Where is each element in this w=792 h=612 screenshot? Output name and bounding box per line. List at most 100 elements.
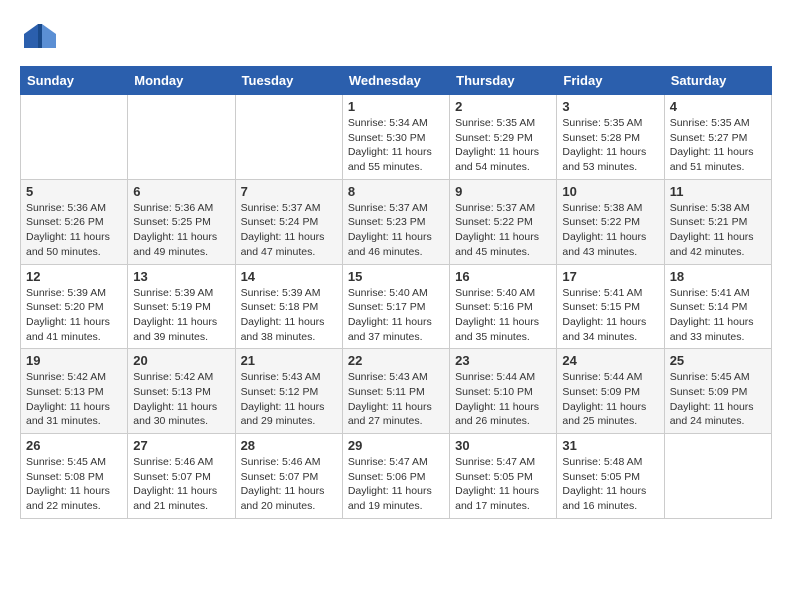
day-content: Sunrise: 5:48 AM Sunset: 5:05 PM Dayligh…: [562, 455, 658, 514]
calendar-cell: 28 Sunrise: 5:46 AM Sunset: 5:07 PM Dayli…: [235, 434, 342, 519]
weekday-header: Friday: [557, 67, 664, 95]
calendar-table: SundayMondayTuesdayWednesdayThursdayFrid…: [20, 66, 772, 519]
calendar-cell: 25 Sunrise: 5:45 AM Sunset: 5:09 PM Dayli…: [664, 349, 771, 434]
day-number: 23: [455, 353, 551, 368]
calendar-cell: 6 Sunrise: 5:36 AM Sunset: 5:25 PM Daylig…: [128, 179, 235, 264]
calendar-cell: 8 Sunrise: 5:37 AM Sunset: 5:23 PM Daylig…: [342, 179, 449, 264]
day-content: Sunrise: 5:39 AM Sunset: 5:19 PM Dayligh…: [133, 286, 229, 345]
day-content: Sunrise: 5:34 AM Sunset: 5:30 PM Dayligh…: [348, 116, 444, 175]
calendar-cell: 4Sunrise: 5:35 AM Sunset: 5:27 PM Daylig…: [664, 95, 771, 180]
calendar-cell: 12 Sunrise: 5:39 AM Sunset: 5:20 PM Dayli…: [21, 264, 128, 349]
calendar-cell: 7 Sunrise: 5:37 AM Sunset: 5:24 PM Daylig…: [235, 179, 342, 264]
day-number: 3: [562, 99, 658, 114]
day-number: 1: [348, 99, 444, 114]
day-number: 28: [241, 438, 337, 453]
page-header: [20, 20, 772, 56]
day-number: 24: [562, 353, 658, 368]
day-content: Sunrise: 5:40 AM Sunset: 5:16 PM Dayligh…: [455, 286, 551, 345]
calendar-cell: 1 Sunrise: 5:34 AM Sunset: 5:30 PM Daylig…: [342, 95, 449, 180]
day-number: 18: [670, 269, 766, 284]
calendar-cell: 21Sunrise: 5:43 AM Sunset: 5:12 PM Dayli…: [235, 349, 342, 434]
weekday-header: Sunday: [21, 67, 128, 95]
day-number: 2: [455, 99, 551, 114]
day-content: Sunrise: 5:39 AM Sunset: 5:18 PM Dayligh…: [241, 286, 337, 345]
day-number: 25: [670, 353, 766, 368]
calendar-cell: 27 Sunrise: 5:46 AM Sunset: 5:07 PM Dayli…: [128, 434, 235, 519]
day-number: 8: [348, 184, 444, 199]
day-number: 13: [133, 269, 229, 284]
calendar-cell: 11 Sunrise: 5:38 AM Sunset: 5:21 PM Dayli…: [664, 179, 771, 264]
calendar-week-row: 26Sunrise: 5:45 AM Sunset: 5:08 PM Dayli…: [21, 434, 772, 519]
day-number: 10: [562, 184, 658, 199]
calendar-cell: 3 Sunrise: 5:35 AM Sunset: 5:28 PM Daylig…: [557, 95, 664, 180]
calendar-week-row: 5 Sunrise: 5:36 AM Sunset: 5:26 PM Daylig…: [21, 179, 772, 264]
day-content: Sunrise: 5:46 AM Sunset: 5:07 PM Dayligh…: [241, 455, 337, 514]
calendar-cell: 23 Sunrise: 5:44 AM Sunset: 5:10 PM Dayli…: [450, 349, 557, 434]
calendar-cell: 17Sunrise: 5:41 AM Sunset: 5:15 PM Dayli…: [557, 264, 664, 349]
day-content: Sunrise: 5:37 AM Sunset: 5:22 PM Dayligh…: [455, 201, 551, 260]
calendar-cell: 26Sunrise: 5:45 AM Sunset: 5:08 PM Dayli…: [21, 434, 128, 519]
day-number: 19: [26, 353, 122, 368]
day-content: Sunrise: 5:47 AM Sunset: 5:06 PM Dayligh…: [348, 455, 444, 514]
calendar-cell: [664, 434, 771, 519]
day-number: 27: [133, 438, 229, 453]
day-content: Sunrise: 5:43 AM Sunset: 5:11 PM Dayligh…: [348, 370, 444, 429]
day-content: Sunrise: 5:42 AM Sunset: 5:13 PM Dayligh…: [133, 370, 229, 429]
calendar-cell: 13 Sunrise: 5:39 AM Sunset: 5:19 PM Dayli…: [128, 264, 235, 349]
day-number: 30: [455, 438, 551, 453]
day-content: Sunrise: 5:38 AM Sunset: 5:21 PM Dayligh…: [670, 201, 766, 260]
day-content: Sunrise: 5:39 AM Sunset: 5:20 PM Dayligh…: [26, 286, 122, 345]
calendar-cell: 14 Sunrise: 5:39 AM Sunset: 5:18 PM Dayli…: [235, 264, 342, 349]
day-number: 31: [562, 438, 658, 453]
day-content: Sunrise: 5:46 AM Sunset: 5:07 PM Dayligh…: [133, 455, 229, 514]
calendar-cell: 10 Sunrise: 5:38 AM Sunset: 5:22 PM Dayli…: [557, 179, 664, 264]
calendar-cell: 22 Sunrise: 5:43 AM Sunset: 5:11 PM Dayli…: [342, 349, 449, 434]
calendar-cell: 15Sunrise: 5:40 AM Sunset: 5:17 PM Dayli…: [342, 264, 449, 349]
day-number: 16: [455, 269, 551, 284]
weekday-header: Tuesday: [235, 67, 342, 95]
day-content: Sunrise: 5:37 AM Sunset: 5:23 PM Dayligh…: [348, 201, 444, 260]
weekday-header: Wednesday: [342, 67, 449, 95]
calendar-week-row: 19 Sunrise: 5:42 AM Sunset: 5:13 PM Dayli…: [21, 349, 772, 434]
calendar-cell: 24 Sunrise: 5:44 AM Sunset: 5:09 PM Dayli…: [557, 349, 664, 434]
day-number: 17: [562, 269, 658, 284]
calendar-week-row: 12 Sunrise: 5:39 AM Sunset: 5:20 PM Dayli…: [21, 264, 772, 349]
day-content: Sunrise: 5:35 AM Sunset: 5:28 PM Dayligh…: [562, 116, 658, 175]
day-number: 14: [241, 269, 337, 284]
calendar-cell: 29 Sunrise: 5:47 AM Sunset: 5:06 PM Dayli…: [342, 434, 449, 519]
calendar-cell: [128, 95, 235, 180]
day-number: 5: [26, 184, 122, 199]
day-number: 29: [348, 438, 444, 453]
day-number: 6: [133, 184, 229, 199]
day-content: Sunrise: 5:37 AM Sunset: 5:24 PM Dayligh…: [241, 201, 337, 260]
day-content: Sunrise: 5:47 AM Sunset: 5:05 PM Dayligh…: [455, 455, 551, 514]
day-number: 21: [241, 353, 337, 368]
weekday-header-row: SundayMondayTuesdayWednesdayThursdayFrid…: [21, 67, 772, 95]
day-number: 22: [348, 353, 444, 368]
calendar-cell: 20Sunrise: 5:42 AM Sunset: 5:13 PM Dayli…: [128, 349, 235, 434]
weekday-header: Monday: [128, 67, 235, 95]
calendar-cell: 18Sunrise: 5:41 AM Sunset: 5:14 PM Dayli…: [664, 264, 771, 349]
calendar-week-row: 1 Sunrise: 5:34 AM Sunset: 5:30 PM Daylig…: [21, 95, 772, 180]
day-content: Sunrise: 5:45 AM Sunset: 5:08 PM Dayligh…: [26, 455, 122, 514]
calendar-cell: 5 Sunrise: 5:36 AM Sunset: 5:26 PM Daylig…: [21, 179, 128, 264]
day-content: Sunrise: 5:35 AM Sunset: 5:29 PM Dayligh…: [455, 116, 551, 175]
day-content: Sunrise: 5:42 AM Sunset: 5:13 PM Dayligh…: [26, 370, 122, 429]
calendar-cell: 30 Sunrise: 5:47 AM Sunset: 5:05 PM Dayli…: [450, 434, 557, 519]
day-content: Sunrise: 5:44 AM Sunset: 5:09 PM Dayligh…: [562, 370, 658, 429]
day-content: Sunrise: 5:36 AM Sunset: 5:25 PM Dayligh…: [133, 201, 229, 260]
calendar-cell: [235, 95, 342, 180]
day-number: 12: [26, 269, 122, 284]
day-number: 11: [670, 184, 766, 199]
calendar-cell: 2 Sunrise: 5:35 AM Sunset: 5:29 PM Daylig…: [450, 95, 557, 180]
weekday-header: Saturday: [664, 67, 771, 95]
day-content: Sunrise: 5:45 AM Sunset: 5:09 PM Dayligh…: [670, 370, 766, 429]
day-content: Sunrise: 5:35 AM Sunset: 5:27 PM Dayligh…: [670, 116, 766, 175]
day-number: 7: [241, 184, 337, 199]
day-content: Sunrise: 5:36 AM Sunset: 5:26 PM Dayligh…: [26, 201, 122, 260]
day-content: Sunrise: 5:44 AM Sunset: 5:10 PM Dayligh…: [455, 370, 551, 429]
day-content: Sunrise: 5:38 AM Sunset: 5:22 PM Dayligh…: [562, 201, 658, 260]
day-content: Sunrise: 5:40 AM Sunset: 5:17 PM Dayligh…: [348, 286, 444, 345]
calendar-cell: 9Sunrise: 5:37 AM Sunset: 5:22 PM Daylig…: [450, 179, 557, 264]
calendar-cell: 31 Sunrise: 5:48 AM Sunset: 5:05 PM Dayli…: [557, 434, 664, 519]
